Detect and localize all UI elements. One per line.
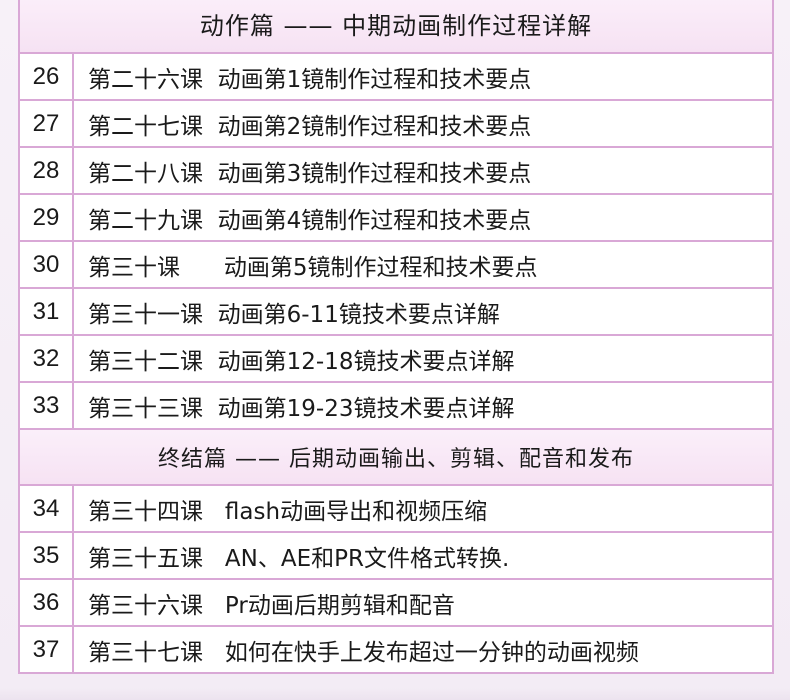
lesson-number: 35 [20,533,74,578]
lesson-row: 34 第三十四课 flash动画导出和视频压缩 [20,486,772,533]
course-table: 动作篇 —— 中期动画制作过程详解 26 第二十六课 动画第1镜制作过程和技术要… [18,0,774,674]
lesson-row: 27 第二十七课 动画第2镜制作过程和技术要点 [20,101,772,148]
lesson-number: 28 [20,148,74,193]
lesson-number: 30 [20,242,74,287]
lesson-row: 32 第三十二课 动画第12-18镜技术要点详解 [20,336,772,383]
bottom-margin [0,688,790,700]
lesson-title: 第二十六课 动画第1镜制作过程和技术要点 [88,66,532,93]
lesson-row: 37 第三十七课 如何在快手上发布超过一分钟的动画视频 [20,627,772,674]
lesson-row: 31 第三十一课 动画第6-11镜技术要点详解 [20,289,772,336]
lesson-number: 34 [20,486,74,531]
lesson-number: 37 [20,627,74,672]
lesson-row: 29 第二十九课 动画第4镜制作过程和技术要点 [20,195,772,242]
section-header-final: 终结篇 —— 后期动画输出、剪辑、配音和发布 [20,430,772,486]
course-outline-page: 动作篇 —— 中期动画制作过程详解 26 第二十六课 动画第1镜制作过程和技术要… [0,0,790,700]
lesson-title: 第三十七课 如何在快手上发布超过一分钟的动画视频 [88,639,639,666]
lesson-title: 第二十八课 动画第3镜制作过程和技术要点 [88,160,532,187]
section-title: 终结篇 —— 后期动画输出、剪辑、配音和发布 [158,447,634,472]
lesson-number: 27 [20,101,74,146]
section-header-animation: 动作篇 —— 中期动画制作过程详解 [20,0,772,54]
lesson-title: 第二十七课 动画第2镜制作过程和技术要点 [88,113,532,140]
lesson-row: 35 第三十五课 AN、AE和PR文件格式转换. [20,533,772,580]
lesson-title: 第三十五课 AN、AE和PR文件格式转换. [88,545,510,572]
lesson-row: 28 第二十八课 动画第3镜制作过程和技术要点 [20,148,772,195]
lesson-title: 第二十九课 动画第4镜制作过程和技术要点 [88,207,532,234]
lesson-title: 第三十课 动画第5镜制作过程和技术要点 [88,254,538,281]
lesson-number: 26 [20,54,74,99]
lesson-number: 29 [20,195,74,240]
lesson-title: 第三十四课 flash动画导出和视频压缩 [88,498,488,525]
lesson-number: 31 [20,289,74,334]
lesson-title: 第三十六课 Pr动画后期剪辑和配音 [88,592,455,619]
lesson-title: 第三十一课 动画第6-11镜技术要点详解 [88,301,500,328]
lesson-title: 第三十三课 动画第19-23镜技术要点详解 [88,395,515,422]
lesson-title: 第三十二课 动画第12-18镜技术要点详解 [88,348,515,375]
lesson-number: 33 [20,383,74,428]
lesson-number: 32 [20,336,74,381]
lesson-row: 26 第二十六课 动画第1镜制作过程和技术要点 [20,54,772,101]
section-title: 动作篇 —— 中期动画制作过程详解 [199,11,593,40]
lesson-row: 30 第三十课 动画第5镜制作过程和技术要点 [20,242,772,289]
lesson-row: 36 第三十六课 Pr动画后期剪辑和配音 [20,580,772,627]
lesson-row: 33 第三十三课 动画第19-23镜技术要点详解 [20,383,772,430]
lesson-number: 36 [20,580,74,625]
